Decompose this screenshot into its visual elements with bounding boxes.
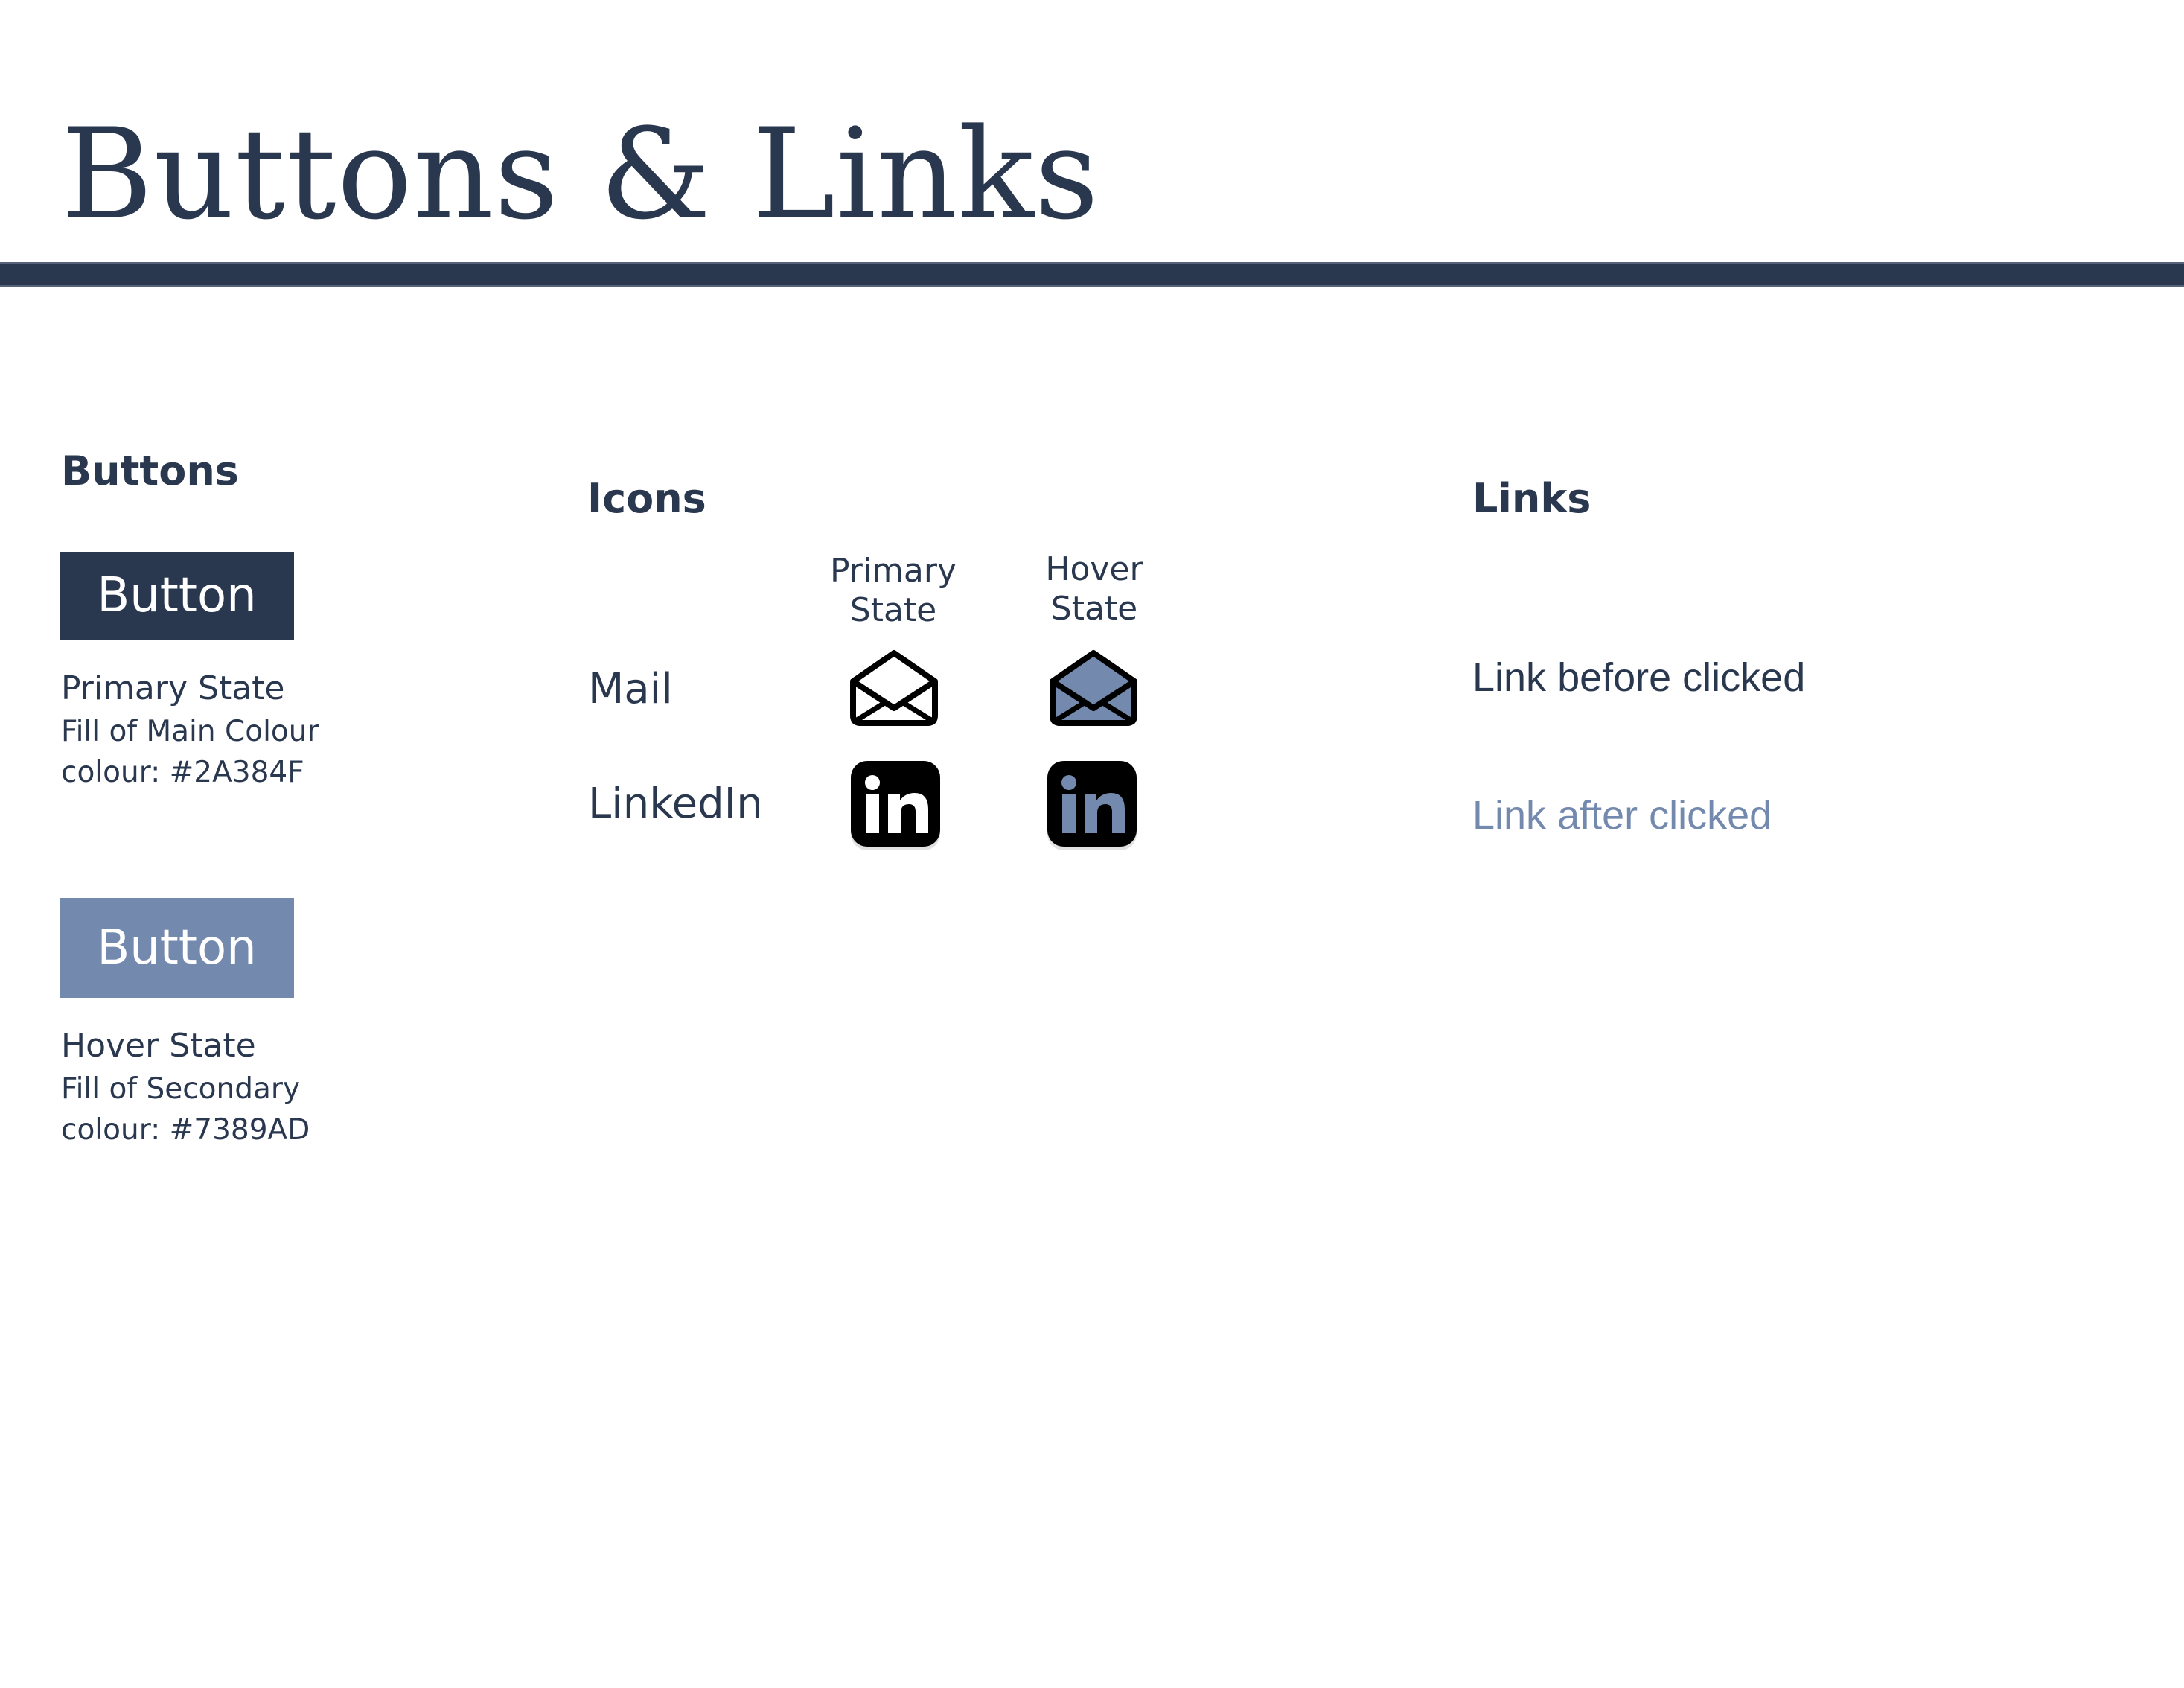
link-before-clicked[interactable]: Link before clicked bbox=[1472, 657, 1805, 698]
primary-colour-desc: colour: #2A384F bbox=[61, 756, 304, 789]
buttons-heading: Buttons bbox=[61, 448, 239, 494]
page-title: Buttons & Links bbox=[61, 101, 1100, 247]
hover-state-label: Hover State bbox=[61, 1027, 256, 1065]
linkedin-hover-icon[interactable] bbox=[1045, 759, 1139, 853]
hover-state-column-header: Hover State bbox=[1012, 550, 1176, 628]
primary-state-column-header: Primary State bbox=[811, 551, 975, 630]
primary-fill-desc: Fill of Main Colour bbox=[61, 715, 319, 748]
column-header-line: State bbox=[849, 591, 937, 629]
hover-colour-desc: colour: #7389AD bbox=[61, 1113, 310, 1147]
linkedin-icon[interactable] bbox=[849, 759, 942, 853]
mail-icon[interactable] bbox=[847, 649, 941, 729]
primary-button[interactable]: Button bbox=[60, 552, 294, 640]
column-header-line: Hover bbox=[1045, 550, 1143, 588]
hover-fill-desc: Fill of Secondary bbox=[61, 1072, 301, 1106]
links-heading: Links bbox=[1472, 475, 1591, 522]
mail-row-label: Mail bbox=[588, 665, 673, 713]
icons-heading: Icons bbox=[587, 475, 706, 522]
title-divider bbox=[0, 262, 2184, 287]
primary-state-label: Primary State bbox=[61, 669, 285, 707]
column-header-line: Primary bbox=[829, 552, 957, 590]
hover-button[interactable]: Button bbox=[60, 898, 294, 998]
link-after-clicked[interactable]: Link after clicked bbox=[1472, 795, 1772, 835]
linkedin-row-label: LinkedIn bbox=[588, 780, 763, 828]
mail-hover-icon[interactable] bbox=[1047, 649, 1140, 729]
column-header-line: State bbox=[1050, 590, 1138, 628]
